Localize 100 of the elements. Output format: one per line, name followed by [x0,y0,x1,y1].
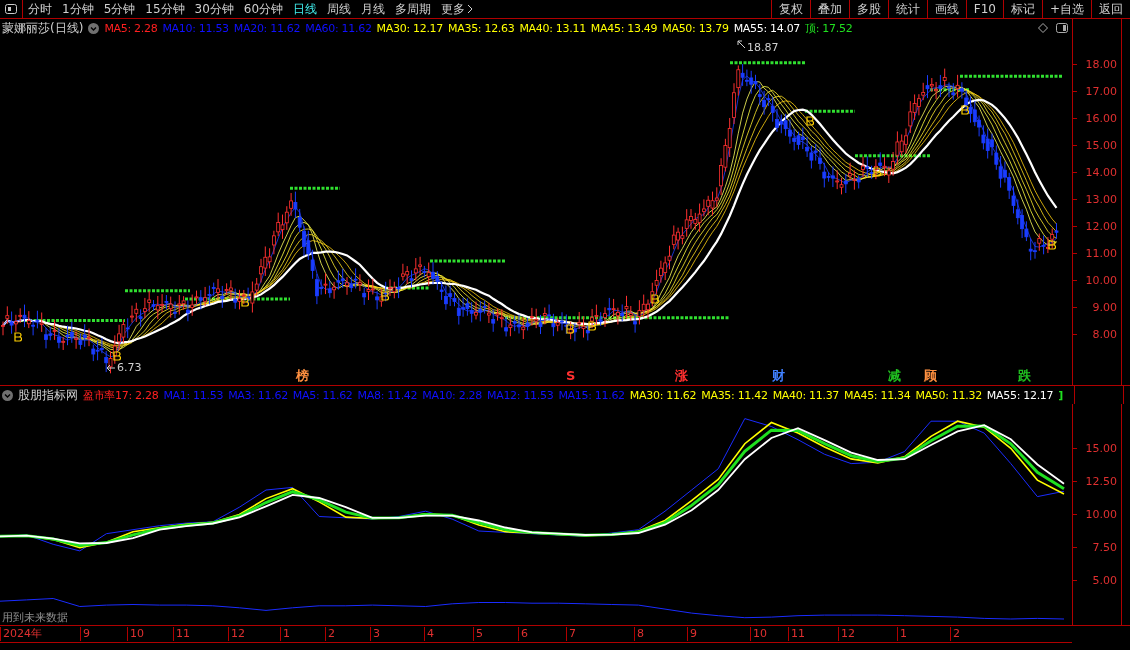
date-label: 6 [518,627,528,641]
b-signal-icon [566,323,574,334]
date-label: 12 [838,627,855,641]
axis-label: 10.00 [1085,273,1117,287]
signal-marker: S [566,369,576,383]
toolbar-button[interactable]: 标记 [1002,0,1042,18]
chevron-right-icon [467,4,474,14]
toolbar-button[interactable]: 返回 [1091,0,1130,18]
period-tab[interactable]: 多周期 [390,0,437,18]
diamond-icon[interactable] [1038,23,1048,33]
axis-label: 15.00 [1085,441,1117,455]
level-line [290,186,340,190]
indicator-value: MA45: 13.49 [590,21,658,35]
toolbar-button[interactable]: +自选 [1041,0,1091,18]
period-tab[interactable]: 月线 [356,0,391,18]
indicator-value: MA12: 11.53 [487,388,554,402]
date-label: 2 [950,627,960,641]
indicator-value: MA10: 2.28 [422,388,482,402]
indicator-value: MA35: 12.63 [448,21,515,35]
b-signal-icon [873,167,881,177]
indicator-value: MA30: 11.62 [629,388,697,402]
b-signal-icon [651,293,659,304]
indicator-value: MA60: 11.62 [305,21,372,35]
b-signal-icon [14,331,22,342]
indicator-value: MA50: 13.79 [662,21,729,35]
b-signal-icon [113,350,121,361]
axis-label: 10.00 [1085,507,1117,521]
level-line [930,88,970,92]
toolbar-button[interactable]: 画线 [926,0,966,18]
indicator-value: MA35: 11.42 [701,388,768,402]
period-tab[interactable]: 分时 [23,0,57,18]
indicator-value: MA8: 11.42 [357,388,418,402]
panel-toggle-icon[interactable] [1056,23,1068,33]
signal-marker: 涨 [675,369,688,383]
pointer-arrow-icon [737,40,746,49]
dropdown-icon[interactable] [88,22,100,34]
period-tab[interactable]: 1分钟 [57,0,99,18]
period-tab[interactable]: 更多 [436,0,479,18]
date-label: 2 [325,627,335,641]
b-signal-icon [806,115,814,126]
date-label: 9 [687,627,697,641]
indicator-value: MA30: 12.17 [376,21,443,35]
signal-marker: 顾 [924,369,937,383]
indicator-value: MA45: 11.34 [844,388,911,402]
indicator-value: 顶: 17.52 [805,20,853,36]
period-tab[interactable]: 周线 [322,0,357,18]
date-label: 1 [280,627,290,641]
axis-label: 16.00 [1085,111,1117,125]
toolbar-button[interactable]: 统计 [887,0,927,18]
low-price-label: 6.73 [117,361,142,374]
indicator-value: MA40: 11.37 [772,388,840,402]
indicator-value: MA1: 11.53 [163,388,224,402]
period-tab[interactable]: 60分钟 [238,0,289,18]
indicator-value: MA10: 11.53 [162,21,229,35]
axis-label: 17.00 [1085,84,1117,98]
period-tab[interactable]: 15分钟 [140,0,190,18]
axis-label: 18.00 [1085,57,1117,71]
axis-label: 9.00 [1092,300,1117,314]
period-tab[interactable]: 30分钟 [189,0,239,18]
signal-marker: 财 [772,369,785,383]
toolbar-button[interactable]: 多股 [848,0,888,18]
axis-label: 15.00 [1085,138,1117,152]
indicator-value: MA55: 12.17 [986,388,1054,402]
date-label: 1 [897,627,907,641]
indicator-value: MA20: 11.62 [233,21,301,35]
b-signal-icon [381,291,389,302]
toolbar-button[interactable]: 叠加 [809,0,849,18]
indicator-value: MA55: 14.07 [733,21,801,35]
axis-label: 5.00 [1092,573,1117,587]
level-line [805,109,855,113]
date-label: 5 [473,627,483,641]
b-signal-icon [961,104,969,115]
warning-note: 用到未来数据 [2,610,68,625]
level-line [125,289,190,293]
period-tab[interactable]: 5分钟 [98,0,141,18]
date-label: 12 [228,627,245,641]
b-signal-icon [241,296,249,307]
indicator-title: 股朋指标网 [18,386,78,404]
date-label: 11 [788,627,805,641]
indicator-value: MA15: 11.62 [558,388,625,402]
indicator-value: MA5: 2.28 [104,21,158,35]
b-signal-icon [588,320,596,331]
toolbar-button[interactable]: F10 [965,0,1003,18]
indicator-value: MA5: 11.62 [292,388,353,402]
indicator-value: 盈市率17: 2.28 [83,387,159,403]
date-label: 10 [127,627,144,641]
period-tab[interactable]: 日线 [288,0,323,18]
toolbar-button[interactable]: 复权 [770,0,810,18]
date-label: 7 [566,627,576,641]
signal-marker: 减 [888,369,901,383]
axis-label: 8.00 [1092,327,1117,341]
b-signal-icon [1048,239,1056,250]
indicator-value: ] [1058,388,1063,402]
signal-marker: 跌 [1018,369,1031,383]
axis-label: 13.00 [1085,192,1117,206]
axis-label: 12.50 [1085,474,1117,488]
date-label: 4 [424,627,434,641]
date-label: 11 [173,627,190,641]
date-label: 10 [750,627,767,641]
dropdown-icon[interactable] [2,389,13,401]
